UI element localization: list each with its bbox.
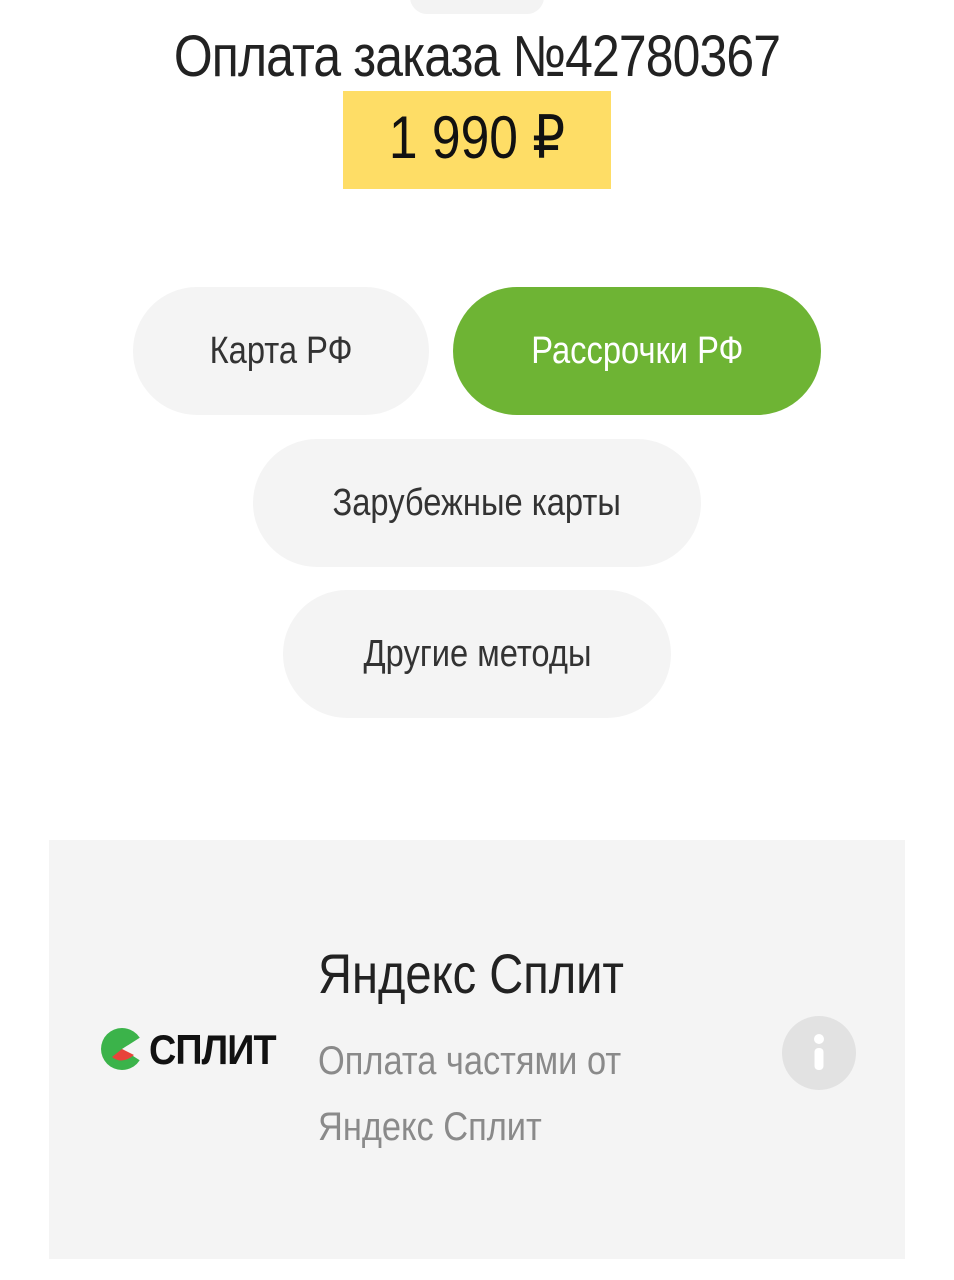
order-amount: 1 990 ₽ xyxy=(388,104,566,171)
page-title: Оплата заказа №42780367 xyxy=(173,24,781,89)
method-name: Яндекс Сплит xyxy=(318,942,624,1005)
split-logo: СПЛИТ xyxy=(100,1024,280,1076)
tab-other-methods[interactable]: Другие методы xyxy=(283,590,671,718)
tab-other-methods-label: Другие методы xyxy=(363,632,591,675)
tab-installments-rf-label: Рассрочки РФ xyxy=(530,329,744,372)
tab-foreign-cards-label: Зарубежные карты xyxy=(332,481,622,524)
sheet-handle xyxy=(410,0,544,14)
split-logo-icon xyxy=(101,1028,144,1070)
method-description: Оплата частями от Яндекс Сплит xyxy=(318,1039,622,1149)
tab-installments-rf[interactable]: Рассрочки РФ xyxy=(453,287,821,415)
tab-card-rf-label: Карта РФ xyxy=(209,329,353,372)
tab-card-rf[interactable]: Карта РФ xyxy=(133,287,429,415)
info-icon xyxy=(814,1034,824,1070)
split-logo-text: СПЛИТ xyxy=(149,1026,277,1073)
tab-foreign-cards[interactable]: Зарубежные карты xyxy=(253,439,701,567)
info-button[interactable] xyxy=(782,1016,856,1090)
